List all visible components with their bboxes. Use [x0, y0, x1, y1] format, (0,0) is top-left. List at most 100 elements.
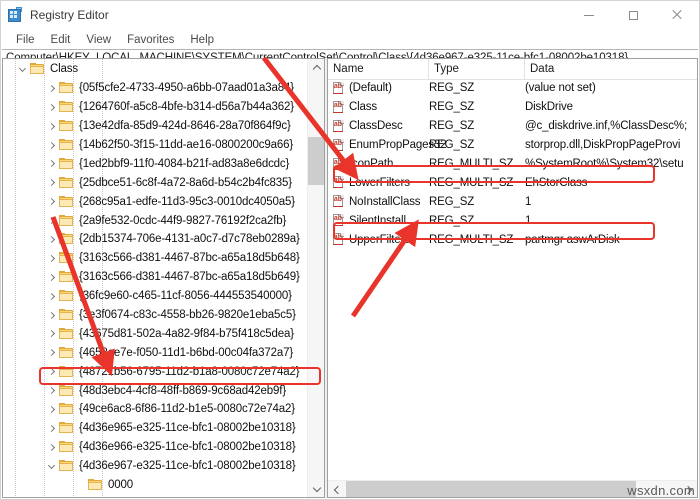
- chevron-right-icon[interactable]: [44, 117, 59, 135]
- maximize-button[interactable]: [611, 1, 655, 29]
- chevron-right-icon[interactable]: [44, 230, 59, 248]
- tree-scrollbar-thumb[interactable]: [308, 137, 324, 185]
- tree-node[interactable]: 0000: [3, 476, 307, 495]
- chevron-right-icon[interactable]: [44, 136, 59, 154]
- close-button[interactable]: [655, 1, 699, 29]
- folder-icon: [59, 120, 74, 132]
- registry-value-row[interactable]: ab ClassDesc REG_SZ @c_diskdrive.inf,%Class…: [328, 117, 697, 136]
- maximize-icon: [628, 10, 638, 20]
- registry-value-row[interactable]: ab Class REG_SZ DiskDrive: [328, 98, 697, 117]
- chevron-right-icon[interactable]: [44, 400, 59, 418]
- list-scrollbar-thumb[interactable]: [346, 481, 636, 497]
- menu-item-edit[interactable]: Edit: [43, 33, 79, 47]
- chevron-right-icon[interactable]: [44, 249, 59, 267]
- tree-node[interactable]: {4d36e965-e325-11ce-bfc1-08002be10318}: [3, 419, 307, 438]
- tree-node[interactable]: {49ce6ac8-6f86-11d2-b1e5-0080c72e74a2}: [3, 400, 307, 419]
- chevron-right-icon[interactable]: [44, 344, 59, 362]
- scroll-left-arrow-icon[interactable]: [328, 481, 345, 497]
- tree-node[interactable]: {13e42dfa-85d9-424d-8646-28a70f864f9c}: [3, 117, 307, 136]
- folder-icon: [59, 460, 74, 472]
- folder-icon: [30, 63, 45, 75]
- tree-node-label: {2db15374-706e-4131-a0c7-d7c78eb0289a}: [79, 233, 300, 246]
- tree-node[interactable]: {3e3f0674-c83c-4558-bb26-9820e1eba5c5}: [3, 306, 307, 325]
- chevron-right-icon[interactable]: [73, 495, 88, 497]
- tree-node[interactable]: {4d36e967-e325-11ce-bfc1-08002be10318}: [3, 457, 307, 476]
- chevron-right-icon[interactable]: [44, 98, 59, 116]
- tree-node[interactable]: {4658ee7e-f050-11d1-b6bd-00c04fa372a7}: [3, 343, 307, 362]
- tree-node-label: {1264760f-a5c8-4bfe-b314-d56a7b44a362}: [79, 101, 294, 114]
- tree-node-label: {14b62f50-3f15-11dd-ae16-0800200c9a66}: [79, 139, 294, 151]
- column-header-name[interactable]: Name: [328, 59, 429, 79]
- chevron-right-icon[interactable]: [44, 268, 59, 286]
- tree-node[interactable]: Class: [3, 60, 307, 79]
- menu-item-favorites[interactable]: Favorites: [119, 33, 182, 47]
- registry-value-row[interactable]: ab NoInstallClass REG_SZ 1: [328, 192, 697, 211]
- tree-leaf-spacer: [73, 476, 88, 494]
- string-value-icon: ab: [332, 81, 345, 95]
- folder-icon: [59, 195, 74, 208]
- tree-node-label: {3163c566-d381-4467-87bc-a65a18d5b649}: [79, 271, 300, 284]
- registry-editor-icon: [8, 6, 23, 23]
- string-value-icon: ab: [332, 119, 345, 133]
- tree-node[interactable]: {4d36e966-e325-11ce-bfc1-08002be10318}: [3, 438, 307, 457]
- column-header-data[interactable]: Data: [525, 59, 697, 79]
- menu-item-help[interactable]: Help: [182, 33, 222, 47]
- tree-vertical-scrollbar[interactable]: [307, 59, 324, 497]
- folder-icon: [59, 422, 74, 434]
- tree-node[interactable]: {1264760f-a5c8-4bfe-b314-d56a7b44a362}: [3, 98, 307, 117]
- scroll-up-arrow-icon[interactable]: [308, 59, 324, 76]
- chevron-right-icon[interactable]: [44, 174, 59, 192]
- registry-tree[interactable]: Class {05f5cfe2-4733-4950-a6bb-07aad01a3a…: [3, 59, 307, 497]
- folder-icon: [59, 290, 74, 302]
- value-name-cell: ab Class: [328, 100, 429, 114]
- chevron-right-icon[interactable]: [44, 193, 59, 211]
- tree-node[interactable]: {05f5cfe2-4733-4950-a6bb-07aad01a3a84}: [3, 79, 307, 98]
- tree-node[interactable]: {3163c566-d381-4467-87bc-a65a18d5b648}: [3, 249, 307, 268]
- tree-node[interactable]: {43675d81-502a-4a82-9f84-b75f418c5dea}: [3, 324, 307, 343]
- folder-icon: [59, 233, 74, 245]
- chevron-right-icon[interactable]: [44, 212, 59, 230]
- tree-node-label: {3e3f0674-c83c-4558-bb26-9820e1eba5c5}: [79, 309, 296, 322]
- value-data-cell: (value not set): [525, 82, 596, 95]
- chevron-right-icon[interactable]: [44, 419, 59, 437]
- chevron-right-icon[interactable]: [44, 438, 59, 456]
- tree-node[interactable]: {2a9fe532-0cdc-44f9-9827-76192f2ca2fb}: [3, 211, 307, 230]
- menu-item-view[interactable]: View: [78, 33, 119, 47]
- tree-node[interactable]: {36fc9e60-c465-11cf-8056-444553540000}: [3, 287, 307, 306]
- tree-node-label: {4658ee7e-f050-11d1-b6bd-00c04fa372a7}: [79, 346, 294, 359]
- registry-values-list[interactable]: ab (Default) REG_SZ (value not set) ab Class R…: [328, 79, 697, 480]
- chevron-right-icon[interactable]: [44, 287, 59, 305]
- tree-node-label: {48d3ebc4-4cf8-48ff-b869-9c68ad42eb9f}: [79, 384, 287, 397]
- chevron-down-icon[interactable]: [44, 457, 59, 475]
- window-controls: [567, 1, 699, 29]
- minimize-button[interactable]: [567, 1, 611, 29]
- chevron-down-icon[interactable]: [15, 60, 30, 78]
- registry-editor-window: Registry Editor File Edit View Favorites…: [0, 0, 700, 500]
- string-value-icon: ab: [332, 100, 345, 114]
- tree-node[interactable]: Configuration: [3, 494, 307, 497]
- chevron-right-icon[interactable]: [44, 79, 59, 97]
- tree-node[interactable]: {3163c566-d381-4467-87bc-a65a18d5b649}: [3, 268, 307, 287]
- menu-item-file[interactable]: File: [8, 33, 43, 47]
- value-data-cell: DiskDrive: [525, 101, 573, 114]
- tree-node[interactable]: {14b62f50-3f15-11dd-ae16-0800200c9a66}: [3, 136, 307, 155]
- column-header-type[interactable]: Type: [429, 59, 525, 79]
- tree-node[interactable]: {268c95a1-edfe-11d3-95c3-0010dc4050a5}: [3, 192, 307, 211]
- chevron-right-icon[interactable]: [44, 306, 59, 324]
- value-data-cell: @c_diskdrive.inf,%ClassDesc%;: [525, 120, 687, 133]
- string-value-icon: ab: [332, 195, 345, 208]
- registry-value-row[interactable]: ab (Default) REG_SZ (value not set): [328, 79, 697, 98]
- list-header-row: Name Type Data: [328, 59, 697, 80]
- chevron-right-icon[interactable]: [44, 155, 59, 173]
- folder-icon: [88, 479, 103, 491]
- registry-value-row[interactable]: ab EnumPropPages32 REG_SZ storprop.dll,Disk…: [328, 136, 697, 155]
- tree-node-label: {36fc9e60-c465-11cf-8056-444553540000}: [79, 290, 292, 303]
- content-area: Class {05f5cfe2-4733-4950-a6bb-07aad01a3a…: [2, 58, 698, 498]
- menu-bar: File Edit View Favorites Help: [1, 30, 699, 49]
- scroll-down-arrow-icon[interactable]: [308, 480, 324, 497]
- tree-node[interactable]: {1ed2bbf9-11f0-4084-b21f-ad83a8e6dcdc}: [3, 154, 307, 173]
- tree-node[interactable]: {25dbce51-6c8f-4a72-8a6d-b54c2b4fc835}: [3, 173, 307, 192]
- tree-node-label: Class: [50, 63, 79, 76]
- tree-node[interactable]: {2db15374-706e-4131-a0c7-d7c78eb0289a}: [3, 230, 307, 249]
- chevron-right-icon[interactable]: [44, 325, 59, 343]
